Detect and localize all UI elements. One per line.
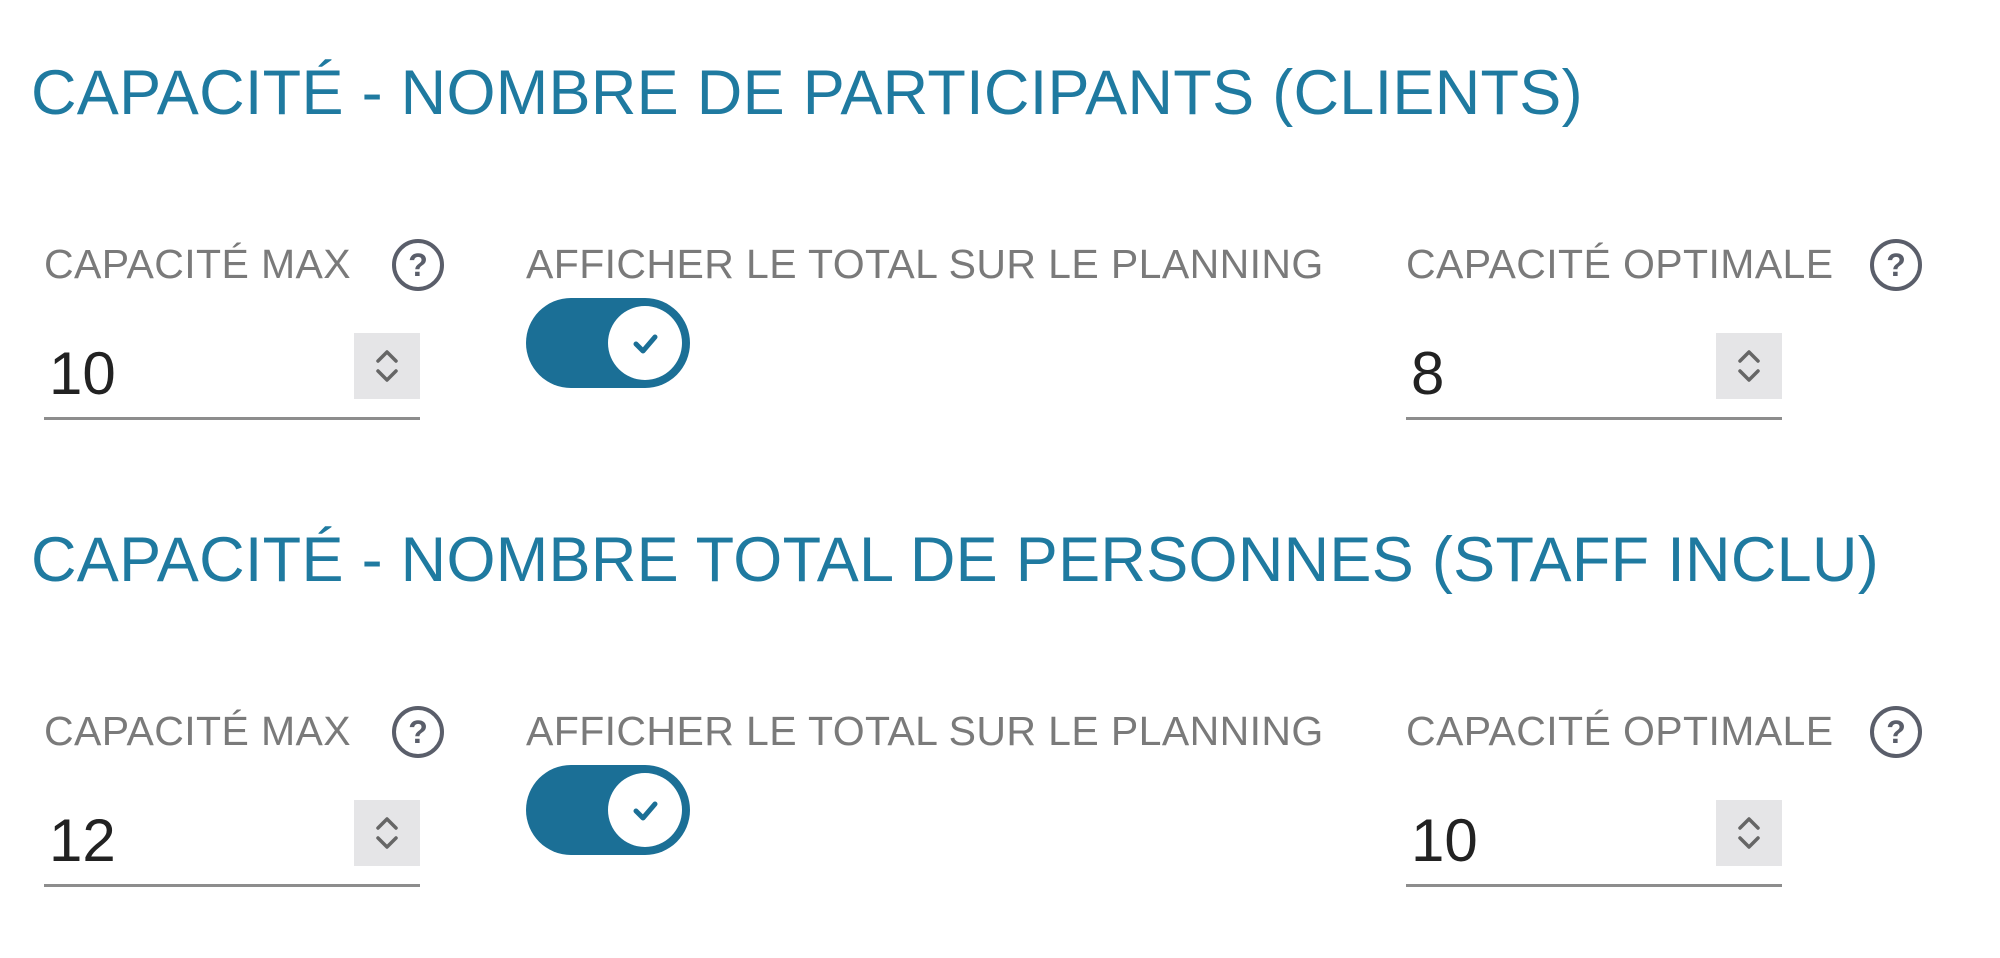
show-total-toggle[interactable] [526, 765, 690, 855]
toggle-knob [608, 773, 682, 847]
question-circle-icon[interactable]: ? [392, 239, 444, 291]
max-capacity-label: CAPACITÉ MAX [44, 708, 352, 754]
show-total-field: AFFICHER LE TOTAL SUR LE PLANNING [526, 244, 1346, 394]
chevron-up-down-icon [1738, 350, 1760, 382]
max-capacity-label: CAPACITÉ MAX [44, 241, 352, 287]
optimal-capacity-label: CAPACITÉ OPTIMALE [1406, 241, 1834, 287]
question-circle-icon[interactable]: ? [1870, 706, 1922, 758]
optimal-capacity-field: CAPACITÉ OPTIMALE ? 10 [1406, 706, 1966, 891]
optimal-capacity-field: CAPACITÉ OPTIMALE ? 8 [1406, 239, 1966, 424]
toggle-knob [608, 306, 682, 380]
question-circle-icon[interactable]: ? [392, 706, 444, 758]
chevron-up-down-icon [376, 350, 398, 382]
max-capacity-field: CAPACITÉ MAX ? 12 [44, 706, 464, 891]
chevron-up-down-icon [1738, 817, 1760, 849]
optimal-capacity-input[interactable]: 8 [1406, 318, 1782, 420]
max-capacity-input[interactable]: 10 [44, 318, 420, 420]
question-circle-icon[interactable]: ? [1870, 239, 1922, 291]
number-spinner[interactable] [354, 333, 420, 399]
number-spinner[interactable] [1716, 800, 1782, 866]
section-title: CAPACITÉ - NOMBRE DE PARTICIPANTS (CLIEN… [31, 58, 1583, 128]
show-total-toggle[interactable] [526, 298, 690, 388]
optimal-capacity-input[interactable]: 10 [1406, 785, 1782, 887]
max-capacity-field: CAPACITÉ MAX ? 10 [44, 239, 464, 424]
number-spinner[interactable] [354, 800, 420, 866]
check-icon [633, 334, 658, 354]
max-capacity-input[interactable]: 12 [44, 785, 420, 887]
show-total-field: AFFICHER LE TOTAL SUR LE PLANNING [526, 711, 1346, 861]
optimal-capacity-value: 10 [1411, 807, 1478, 874]
optimal-capacity-value: 8 [1411, 340, 1445, 407]
show-total-label: AFFICHER LE TOTAL SUR LE PLANNING [526, 708, 1324, 754]
section-title: CAPACITÉ - NOMBRE TOTAL DE PERSONNES (ST… [31, 525, 1880, 595]
max-capacity-value: 10 [49, 340, 116, 407]
chevron-up-down-icon [376, 817, 398, 849]
number-spinner[interactable] [1716, 333, 1782, 399]
show-total-label: AFFICHER LE TOTAL SUR LE PLANNING [526, 241, 1324, 287]
check-icon [633, 801, 658, 821]
optimal-capacity-label: CAPACITÉ OPTIMALE [1406, 708, 1834, 754]
max-capacity-value: 12 [49, 807, 116, 874]
